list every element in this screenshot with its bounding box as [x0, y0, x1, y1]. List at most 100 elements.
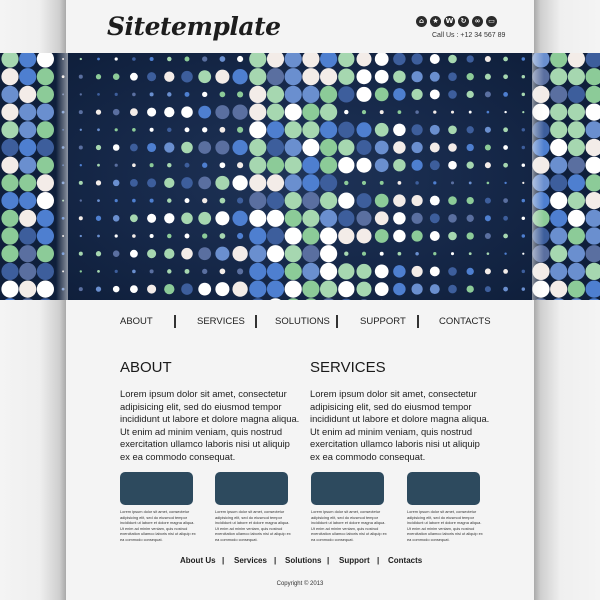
banner-dot [550, 103, 568, 121]
banner-dot [19, 227, 37, 245]
banner-dot [503, 92, 508, 97]
feature-card-image[interactable] [120, 472, 193, 505]
banner-dot [393, 194, 406, 207]
banner-dot [567, 156, 586, 174]
banner-dot [397, 181, 402, 185]
banner-dot [202, 91, 208, 98]
banner-dot [466, 73, 474, 81]
banner-dot [1, 227, 19, 245]
banner-dot [167, 233, 172, 239]
banner-dot [503, 286, 508, 292]
footer-link-about-us[interactable]: About Us [180, 556, 216, 565]
footer-link-support[interactable]: Support [339, 556, 370, 565]
banner-dot [585, 121, 600, 139]
banner-dot [266, 121, 285, 139]
banner-dot [397, 110, 402, 114]
banner-dot [567, 138, 586, 157]
banner-dot [284, 121, 302, 139]
nav-services[interactable]: SERVICES [197, 316, 245, 327]
footer-link-services[interactable]: Services [234, 556, 267, 565]
banner-dot [132, 127, 136, 132]
feature-card-image[interactable] [311, 472, 384, 505]
banner-dot [521, 269, 526, 274]
banner-dot [411, 283, 423, 295]
banner-dot [232, 69, 248, 85]
banner-dot [79, 270, 82, 273]
banner-dot [130, 249, 138, 258]
feature-card-text: Lorem ipsum dolor sit amet, consectetur … [120, 509, 196, 542]
banner-dot [1, 262, 19, 280]
banner-dot [521, 234, 526, 238]
banner-dot [132, 198, 136, 203]
nav-separator [336, 315, 338, 328]
banner-dot [302, 138, 320, 157]
banner-dot [36, 121, 55, 139]
banner-dot [411, 195, 423, 207]
banner-dot [585, 174, 600, 192]
banner-dot [198, 247, 212, 261]
message-icon[interactable]: ▭ [486, 16, 497, 27]
footer-link-solutions[interactable]: Solutions [285, 556, 321, 565]
banner-dot [78, 216, 83, 221]
nav-support[interactable]: SUPPORT [360, 316, 406, 327]
banner-dot [320, 103, 338, 121]
banner-dot [184, 56, 190, 62]
home-icon[interactable]: ⌂ [416, 16, 427, 27]
nav-contacts[interactable]: CONTACTS [439, 316, 491, 327]
banner-dot [429, 195, 440, 206]
banner-dot [184, 198, 190, 204]
banner-dot [132, 57, 136, 61]
banner-dot [448, 143, 457, 152]
banner-dot [19, 209, 37, 227]
banner-dot [521, 74, 526, 79]
banner-dot [97, 128, 100, 132]
banner-dot [4, 298, 16, 300]
banner-dot [374, 211, 389, 226]
banner-dot [344, 109, 349, 115]
banner-dot [448, 213, 457, 223]
banner-dot [302, 85, 320, 103]
banner-dot [302, 245, 320, 263]
feature-card-text: Lorem ipsum dolor sit amet, consectetur … [215, 509, 291, 542]
banner-dot [132, 234, 136, 238]
refresh-icon[interactable]: ↻ [458, 16, 469, 27]
site-logo[interactable]: Sitetemplate [107, 12, 281, 41]
banner-dot [284, 103, 302, 121]
banner-dot [164, 71, 175, 82]
banner-dot [237, 91, 244, 98]
banner-dot [95, 215, 102, 221]
banner-dot [588, 298, 600, 300]
banner-dot [361, 180, 367, 185]
banner-dot [450, 110, 455, 114]
banner-dot [567, 68, 586, 86]
nav-about[interactable]: ABOUT [120, 316, 153, 327]
feature-card-image[interactable] [215, 472, 288, 505]
feature-card-image[interactable] [407, 472, 480, 505]
banner-dot [393, 158, 406, 172]
banner-dot [184, 268, 190, 274]
link-icon[interactable]: ∞ [472, 16, 483, 27]
banner-dot [374, 158, 389, 173]
banner-dot [338, 192, 355, 209]
banner-dot [320, 53, 338, 68]
banner-dot [302, 280, 320, 298]
star-icon[interactable]: ★ [430, 16, 441, 27]
wordpress-icon[interactable]: W [444, 16, 455, 27]
banner-dot [266, 280, 285, 298]
banner-dot [466, 55, 474, 63]
banner-dot [149, 269, 154, 274]
banner-dot [550, 138, 568, 157]
banner-dot [374, 53, 389, 66]
nav-solutions[interactable]: SOLUTIONS [275, 316, 330, 327]
banner-dot [215, 282, 230, 297]
banner-dot [484, 215, 491, 222]
banner-dot [411, 141, 423, 154]
banner-dot [266, 262, 285, 280]
banner-dot [132, 269, 136, 274]
banner-dot [252, 298, 264, 300]
banner-dot [147, 142, 157, 153]
banner-dot [249, 53, 267, 68]
banner-dot [450, 181, 455, 185]
footer-link-contacts[interactable]: Contacts [388, 556, 422, 565]
banner-dot [79, 234, 82, 238]
